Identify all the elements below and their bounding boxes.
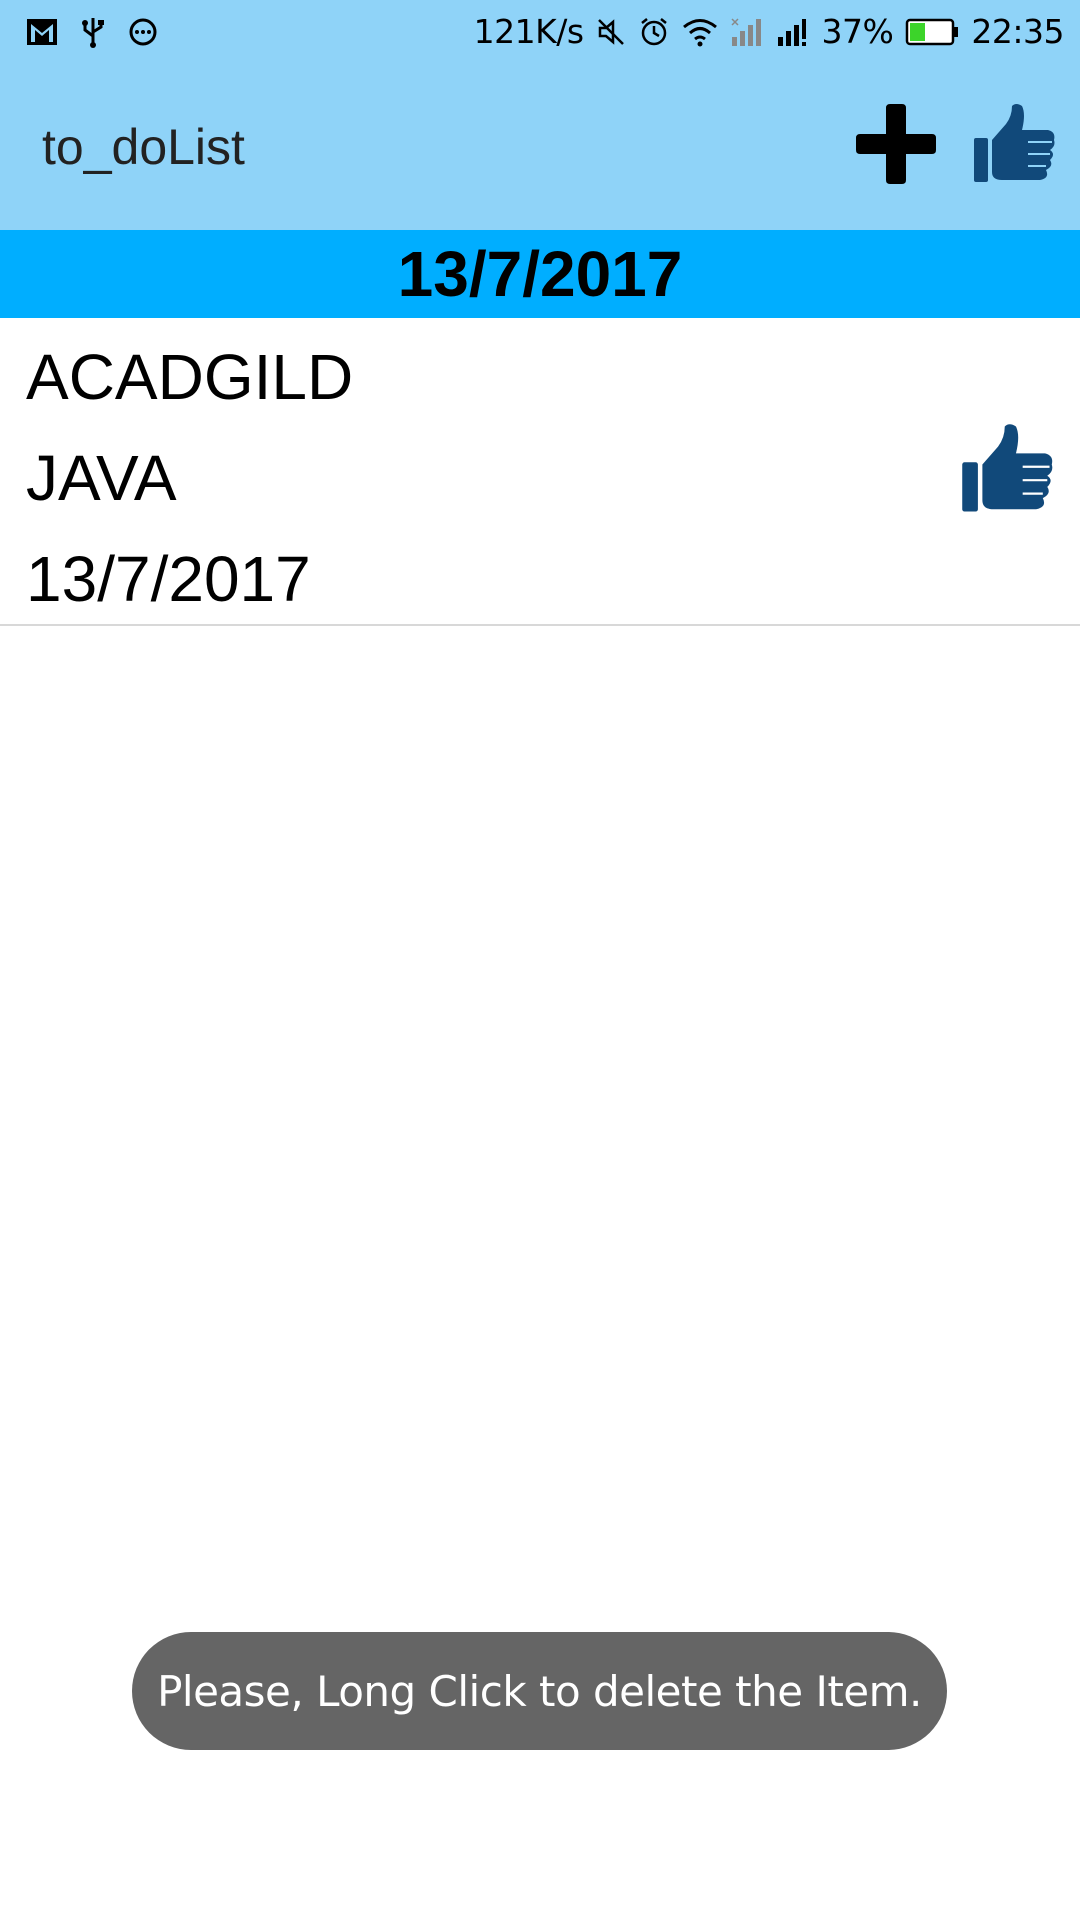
chat-icon [128, 17, 158, 47]
status-bar-right: 121K/s 37% 22:35 [473, 12, 1065, 51]
thumbs-up-icon [972, 102, 1056, 191]
battery-icon [905, 17, 959, 47]
clock: 22:35 [971, 12, 1064, 51]
battery-percent: 37% [821, 12, 894, 51]
app-title: to_doList [42, 118, 245, 175]
thumbs-up-icon[interactable] [960, 422, 1054, 521]
status-bar: 121K/s 37% 22:35 [0, 0, 1080, 63]
gmail-icon [26, 18, 58, 46]
net-speed: 121K/s [473, 12, 584, 51]
app-bar: to_doList [0, 63, 1080, 230]
status-bar-left [26, 16, 158, 48]
signal-2-icon [776, 17, 810, 47]
add-icon [856, 104, 936, 189]
list-item[interactable]: ACADGILD JAVA 13/7/2017 [0, 318, 1080, 626]
add-button[interactable] [856, 104, 936, 189]
usb-icon [80, 16, 106, 48]
item-date: 13/7/2017 [26, 543, 311, 615]
signal-1-icon [730, 17, 764, 47]
item-title: ACADGILD [26, 341, 354, 413]
alarm-icon [638, 16, 670, 48]
date-header: 13/7/2017 [0, 230, 1080, 318]
like-button[interactable] [972, 102, 1056, 191]
mute-icon [596, 17, 626, 47]
toast-message: Please, Long Click to delete the Item. [132, 1632, 947, 1750]
app-actions [856, 102, 1056, 191]
item-description: JAVA [26, 442, 177, 514]
wifi-icon [682, 17, 718, 47]
